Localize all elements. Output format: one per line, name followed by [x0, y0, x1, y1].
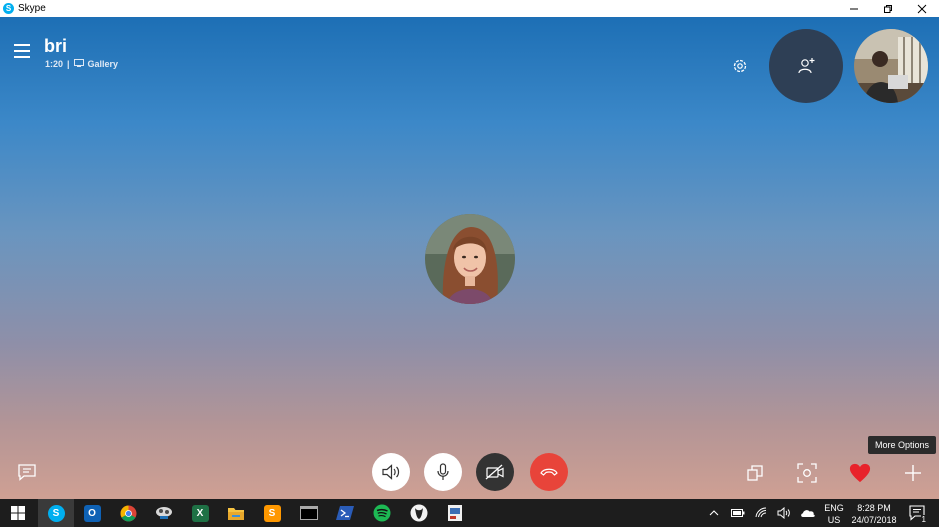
taskbar-clock[interactable]: 8:28 PM 24/07/2018: [848, 502, 900, 526]
view-mode-label[interactable]: Gallery: [88, 59, 119, 69]
contact-name: bri: [44, 36, 68, 56]
region-code: US: [827, 515, 841, 525]
app-icon[interactable]: [401, 499, 437, 527]
settings-gear-icon[interactable]: [731, 57, 749, 75]
chat-icon[interactable]: [17, 463, 37, 481]
clock-date: 24/07/2018: [851, 515, 897, 525]
restore-button[interactable]: [871, 0, 905, 17]
windows-taskbar: S O X S ENG US 8:28 PM 24/07/2018 1: [0, 499, 939, 527]
contact-avatar: [425, 214, 515, 304]
menu-icon[interactable]: [14, 44, 30, 58]
window-controls: [837, 0, 939, 17]
call-meta: 1:20 | Gallery: [45, 59, 118, 69]
sublime-text-icon[interactable]: S: [254, 499, 290, 527]
video-off-icon: [485, 464, 504, 480]
clock-time: 8:28 PM: [857, 503, 891, 513]
excel-icon[interactable]: X: [182, 499, 218, 527]
battery-icon[interactable]: [729, 499, 747, 527]
speaker-button[interactable]: [372, 453, 410, 491]
add-participant-button[interactable]: [769, 29, 843, 103]
gallery-icon[interactable]: [73, 59, 84, 69]
meta-separator: |: [67, 59, 70, 69]
outlook-icon[interactable]: O: [74, 499, 110, 527]
input-language-indicator[interactable]: ENG US: [822, 502, 846, 526]
switch-screens-icon[interactable]: [744, 462, 766, 484]
volume-icon[interactable]: [775, 499, 793, 527]
speaker-icon: [382, 464, 400, 480]
microphone-button[interactable]: [424, 453, 462, 491]
terminal-icon[interactable]: [291, 499, 327, 527]
microphone-icon: [437, 463, 449, 480]
onedrive-cloud-icon[interactable]: [798, 499, 818, 527]
spotify-icon[interactable]: [364, 499, 400, 527]
skype-icon[interactable]: S: [38, 499, 74, 527]
add-person-icon: [798, 58, 815, 74]
hang-up-icon: [540, 468, 558, 476]
close-button[interactable]: [905, 0, 939, 17]
wifi-icon[interactable]: [753, 499, 771, 527]
self-video-preview[interactable]: [854, 29, 928, 103]
skype-logo-icon: S: [3, 3, 14, 14]
windows-start-icon[interactable]: [0, 499, 36, 527]
show-hidden-icons-chevron-icon[interactable]: [706, 499, 722, 527]
snapshot-icon[interactable]: [796, 462, 818, 484]
app-icon[interactable]: [146, 499, 182, 527]
hang-up-button[interactable]: [530, 453, 568, 491]
title-bar: S Skype: [0, 0, 939, 17]
more-options-plus-icon[interactable]: [902, 462, 924, 484]
app-icon[interactable]: [437, 499, 473, 527]
call-duration: 1:20: [45, 59, 64, 69]
chrome-icon[interactable]: [110, 499, 146, 527]
call-view: bri 1:20 | Gallery More Options: [0, 17, 939, 499]
video-toggle-button[interactable]: [476, 453, 514, 491]
minimize-button[interactable]: [837, 0, 871, 17]
window-title: Skype: [18, 3, 46, 14]
notification-count: 1: [920, 515, 927, 524]
heart-reaction-icon[interactable]: [849, 462, 871, 484]
powershell-icon[interactable]: [327, 499, 363, 527]
language-code: ENG: [824, 503, 844, 513]
action-center-notifications-icon[interactable]: 1: [906, 499, 928, 527]
file-explorer-icon[interactable]: [218, 499, 254, 527]
more-options-tooltip: More Options: [868, 436, 937, 454]
